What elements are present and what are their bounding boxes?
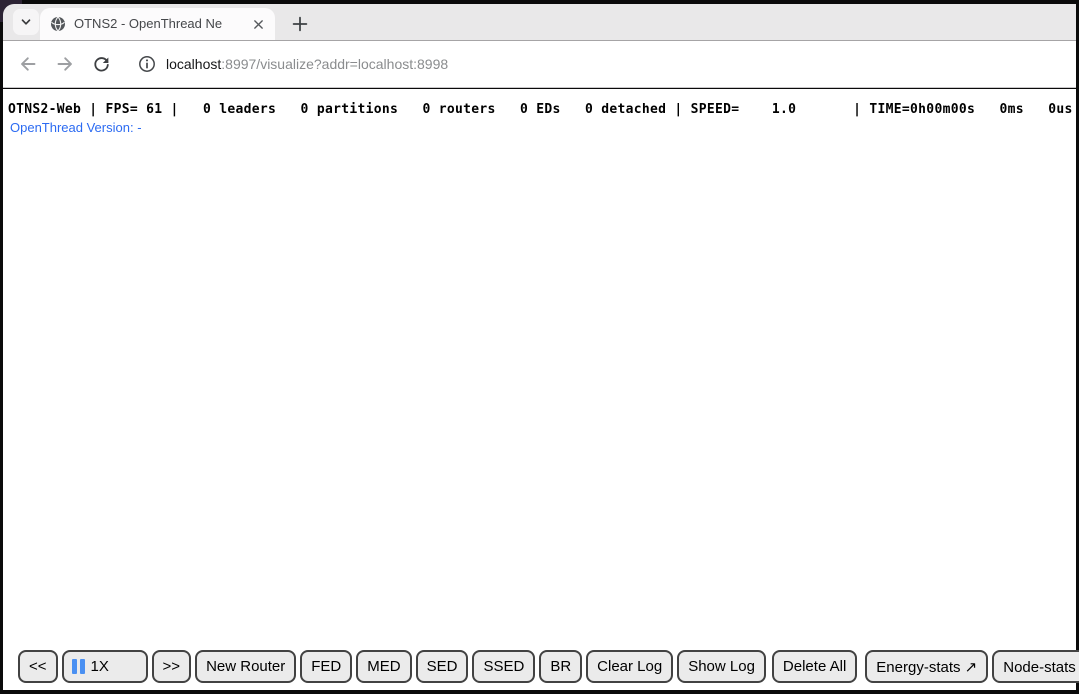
info-icon[interactable] xyxy=(137,54,157,74)
plus-icon xyxy=(289,13,311,35)
url-text: localhost:8997/visualize?addr=localhost:… xyxy=(166,56,448,72)
tab-strip: OTNS2 - OpenThread Ne xyxy=(3,4,1076,40)
new-router-button[interactable]: New Router xyxy=(195,650,296,683)
url-host: localhost xyxy=(166,56,221,72)
energy-stats-button[interactable]: Energy-stats ↗ xyxy=(865,650,988,683)
speed-label: 1X xyxy=(91,658,109,675)
new-ssed-button[interactable]: SSED xyxy=(472,650,535,683)
navigation-toolbar: localhost:8997/visualize?addr=localhost:… xyxy=(3,40,1076,88)
tab-title: OTNS2 - OpenThread Ne xyxy=(74,15,249,33)
reload-button[interactable] xyxy=(89,52,113,76)
delete-all-button[interactable]: Delete All xyxy=(772,650,857,683)
pause-icon xyxy=(72,659,85,674)
address-bar[interactable]: localhost:8997/visualize?addr=localhost:… xyxy=(131,47,454,81)
new-fed-button[interactable]: FED xyxy=(300,650,352,683)
back-button[interactable] xyxy=(16,52,40,76)
new-sed-button[interactable]: SED xyxy=(416,650,469,683)
url-path: :8997/visualize?addr=localhost:8998 xyxy=(221,56,448,72)
simulation-action-bar: << 1X >> New Router FED MED SED SSED BR … xyxy=(18,650,1079,683)
speed-up-button[interactable]: >> xyxy=(152,650,192,683)
back-arrow-icon xyxy=(18,54,38,74)
forward-arrow-icon xyxy=(55,54,75,74)
browser-tab[interactable]: OTNS2 - OpenThread Ne xyxy=(40,8,275,40)
show-log-button[interactable]: Show Log xyxy=(677,650,766,683)
tab-close-icon[interactable] xyxy=(249,15,267,33)
page-content: OTNS2-Web | FPS= 61 | 0 leaders 0 partit… xyxy=(3,89,1076,690)
globe-favicon-icon xyxy=(50,16,66,32)
node-stats-button[interactable]: Node-stats ↗ xyxy=(992,650,1079,683)
forward-button[interactable] xyxy=(53,52,77,76)
new-tab-button[interactable] xyxy=(287,11,313,37)
speed-button[interactable]: 1X xyxy=(62,650,148,683)
reload-icon xyxy=(92,55,111,74)
chevron-down-icon xyxy=(19,15,33,29)
openthread-version-link[interactable]: OpenThread Version: - xyxy=(10,120,142,135)
new-br-button[interactable]: BR xyxy=(539,650,582,683)
speed-down-button[interactable]: << xyxy=(18,650,58,683)
tab-search-button[interactable] xyxy=(13,9,39,35)
clear-log-button[interactable]: Clear Log xyxy=(586,650,673,683)
new-med-button[interactable]: MED xyxy=(356,650,411,683)
simulation-status-line: OTNS2-Web | FPS= 61 | 0 leaders 0 partit… xyxy=(8,102,1076,117)
